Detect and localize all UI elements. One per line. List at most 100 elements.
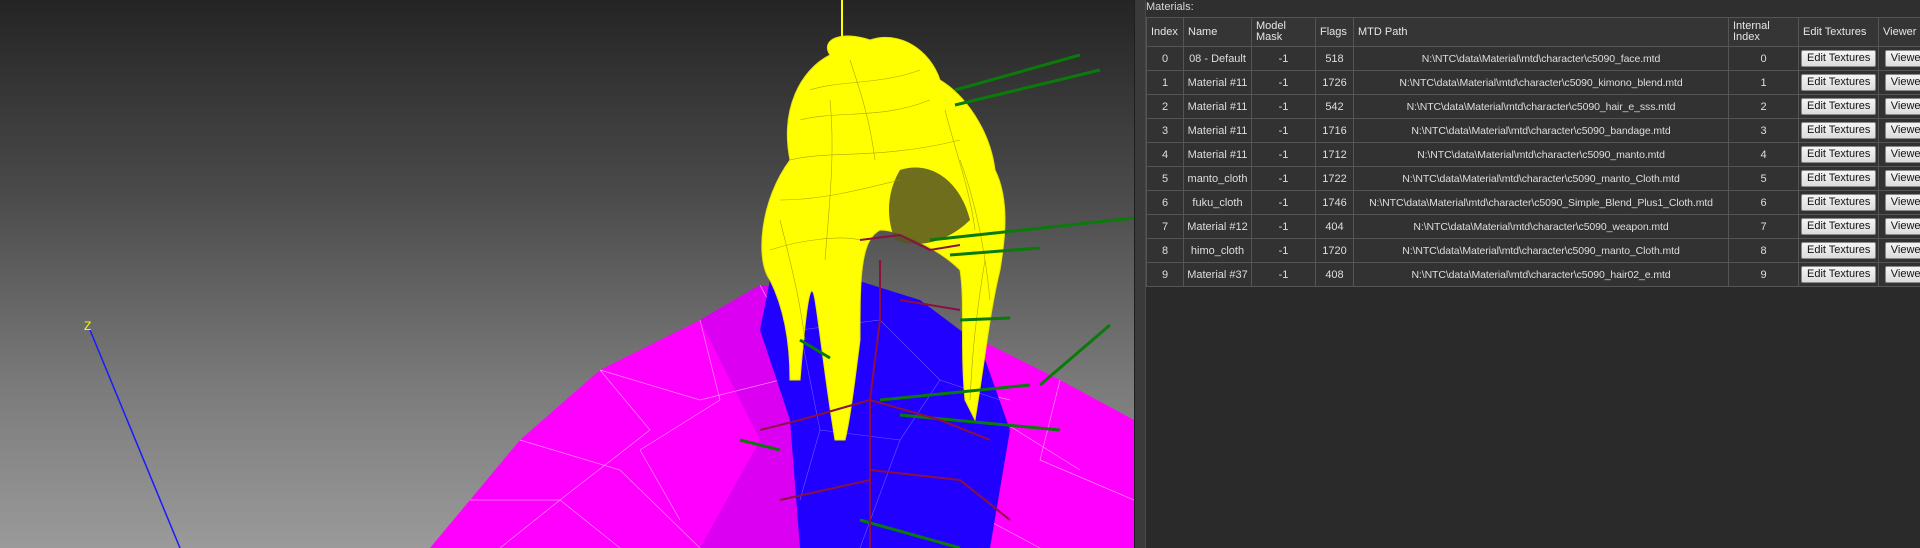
cell-model-mask[interactable]: -1	[1251, 94, 1316, 119]
cell-internal-index[interactable]: 7	[1728, 214, 1799, 239]
viewer-button[interactable]: Viewer	[1884, 242, 1920, 259]
cell-flags[interactable]: 1712	[1315, 142, 1354, 167]
cell-model-mask[interactable]: -1	[1251, 118, 1316, 143]
cell-internal-index[interactable]: 4	[1728, 142, 1799, 167]
cell-flags[interactable]: 1716	[1315, 118, 1354, 143]
viewer-button[interactable]: Viewer	[1884, 266, 1920, 283]
cell-mtd-path[interactable]: N:\NTC\data\Material\mtd\character\c5090…	[1353, 238, 1729, 263]
cell-name[interactable]: Material #11	[1183, 118, 1252, 143]
cell-name[interactable]: Material #37	[1183, 262, 1252, 287]
cell-flags[interactable]: 1746	[1315, 190, 1354, 215]
cell-model-mask[interactable]: -1	[1251, 166, 1316, 191]
cell-model-mask[interactable]: -1	[1251, 214, 1316, 239]
cell-model-mask[interactable]: -1	[1251, 142, 1316, 167]
cell-model-mask[interactable]: -1	[1251, 190, 1316, 215]
cell-internal-index[interactable]: 0	[1728, 46, 1799, 71]
cell-flags[interactable]: 1720	[1315, 238, 1354, 263]
edit-textures-button[interactable]: Edit Textures	[1801, 146, 1877, 163]
table-row[interactable]: 4 Material #11 -1 1712 N:\NTC\data\Material\…	[1146, 142, 1920, 167]
table-row[interactable]: 0 08 - Default -1 518 N:\NTC\data\Material\m…	[1146, 46, 1920, 71]
cell-model-mask[interactable]: -1	[1251, 238, 1316, 263]
cell-mtd-path[interactable]: N:\NTC\data\Material\mtd\character\c5090…	[1353, 94, 1729, 119]
cell-flags[interactable]: 542	[1315, 94, 1354, 119]
cell-model-mask[interactable]: -1	[1251, 262, 1316, 287]
viewer-button[interactable]: Viewer	[1884, 50, 1920, 67]
cell-index[interactable]: 2	[1146, 94, 1184, 119]
cell-internal-index[interactable]: 5	[1728, 166, 1799, 191]
column-header-internal-index[interactable]: Internal Index	[1728, 17, 1799, 47]
table-row[interactable]: 8 himo_cloth -1 1720 N:\NTC\data\Material\mt…	[1146, 238, 1920, 263]
column-header-flags[interactable]: Flags	[1315, 17, 1354, 47]
cell-index[interactable]: 5	[1146, 166, 1184, 191]
column-header-index[interactable]: Index	[1146, 17, 1184, 47]
cell-name[interactable]: himo_cloth	[1183, 238, 1252, 263]
cell-mtd-path[interactable]: N:\NTC\data\Material\mtd\character\c5090…	[1353, 46, 1729, 71]
viewer-button[interactable]: Viewer	[1884, 74, 1920, 91]
column-header-model-mask[interactable]: Model Mask	[1251, 17, 1316, 47]
cell-internal-index[interactable]: 6	[1728, 190, 1799, 215]
cell-mtd-path[interactable]: N:\NTC\data\Material\mtd\character\c5090…	[1353, 214, 1729, 239]
edit-textures-button[interactable]: Edit Textures	[1801, 122, 1877, 139]
edit-textures-button[interactable]: Edit Textures	[1801, 74, 1877, 91]
edit-textures-button[interactable]: Edit Textures	[1801, 218, 1877, 235]
cell-flags[interactable]: 518	[1315, 46, 1354, 71]
cell-internal-index[interactable]: 9	[1728, 262, 1799, 287]
edit-textures-button[interactable]: Edit Textures	[1801, 170, 1877, 187]
cell-index[interactable]: 8	[1146, 238, 1184, 263]
table-row[interactable]: 5 manto_cloth -1 1722 N:\NTC\data\Material\m…	[1146, 166, 1920, 191]
table-row[interactable]: 2 Material #11 -1 542 N:\NTC\data\Material\m…	[1146, 94, 1920, 119]
viewer-button[interactable]: Viewer	[1884, 98, 1920, 115]
cell-name[interactable]: 08 - Default	[1183, 46, 1252, 71]
cell-flags[interactable]: 408	[1315, 262, 1354, 287]
panel-splitter[interactable]	[1134, 0, 1146, 548]
cell-mtd-path[interactable]: N:\NTC\data\Material\mtd\character\c5090…	[1353, 70, 1729, 95]
column-header-name[interactable]: Name	[1183, 17, 1252, 47]
materials-grid[interactable]: Index Name Model Mask Flags MTD Path Int…	[1146, 17, 1920, 548]
cell-name[interactable]: Material #11	[1183, 70, 1252, 95]
cell-mtd-path[interactable]: N:\NTC\data\Material\mtd\character\c5090…	[1353, 118, 1729, 143]
cell-model-mask[interactable]: -1	[1251, 46, 1316, 71]
cell-mtd-path[interactable]: N:\NTC\data\Material\mtd\character\c5090…	[1353, 262, 1729, 287]
cell-name[interactable]: Material #11	[1183, 142, 1252, 167]
cell-mtd-path[interactable]: N:\NTC\data\Material\mtd\character\c5090…	[1353, 142, 1729, 167]
cell-index[interactable]: 4	[1146, 142, 1184, 167]
viewer-button[interactable]: Viewer	[1884, 146, 1920, 163]
column-header-edit-textures[interactable]: Edit Textures	[1798, 17, 1879, 47]
cell-internal-index[interactable]: 8	[1728, 238, 1799, 263]
cell-internal-index[interactable]: 3	[1728, 118, 1799, 143]
column-header-viewer[interactable]: Viewer H	[1878, 17, 1920, 47]
cell-index[interactable]: 6	[1146, 190, 1184, 215]
cell-mtd-path[interactable]: N:\NTC\data\Material\mtd\character\c5090…	[1353, 190, 1729, 215]
edit-textures-button[interactable]: Edit Textures	[1801, 194, 1877, 211]
table-row[interactable]: 9 Material #37 -1 408 N:\NTC\data\Material\m…	[1146, 262, 1920, 287]
cell-internal-index[interactable]: 1	[1728, 70, 1799, 95]
cell-flags[interactable]: 1726	[1315, 70, 1354, 95]
cell-index[interactable]: 1	[1146, 70, 1184, 95]
viewer-button[interactable]: Viewer	[1884, 170, 1920, 187]
cell-name[interactable]: Material #12	[1183, 214, 1252, 239]
viewer-button[interactable]: Viewer	[1884, 218, 1920, 235]
edit-textures-button[interactable]: Edit Textures	[1801, 98, 1877, 115]
column-header-mtd-path[interactable]: MTD Path	[1353, 17, 1729, 47]
cell-index[interactable]: 0	[1146, 46, 1184, 71]
edit-textures-button[interactable]: Edit Textures	[1801, 266, 1877, 283]
table-row[interactable]: 1 Material #11 -1 1726 N:\NTC\data\Material\…	[1146, 70, 1920, 95]
viewer-button[interactable]: Viewer	[1884, 194, 1920, 211]
cell-index[interactable]: 7	[1146, 214, 1184, 239]
cell-index[interactable]: 3	[1146, 118, 1184, 143]
cell-internal-index[interactable]: 2	[1728, 94, 1799, 119]
cell-name[interactable]: fuku_cloth	[1183, 190, 1252, 215]
table-row[interactable]: 3 Material #11 -1 1716 N:\NTC\data\Material\…	[1146, 118, 1920, 143]
cell-index[interactable]: 9	[1146, 262, 1184, 287]
edit-textures-button[interactable]: Edit Textures	[1801, 242, 1877, 259]
cell-name[interactable]: manto_cloth	[1183, 166, 1252, 191]
edit-textures-button[interactable]: Edit Textures	[1801, 50, 1877, 67]
cell-name[interactable]: Material #11	[1183, 94, 1252, 119]
cell-flags[interactable]: 1722	[1315, 166, 1354, 191]
viewer-button[interactable]: Viewer	[1884, 122, 1920, 139]
table-row[interactable]: 6 fuku_cloth -1 1746 N:\NTC\data\Material\mt…	[1146, 190, 1920, 215]
cell-model-mask[interactable]: -1	[1251, 70, 1316, 95]
cell-flags[interactable]: 404	[1315, 214, 1354, 239]
model-viewport[interactable]: Z	[0, 0, 1134, 548]
cell-mtd-path[interactable]: N:\NTC\data\Material\mtd\character\c5090…	[1353, 166, 1729, 191]
